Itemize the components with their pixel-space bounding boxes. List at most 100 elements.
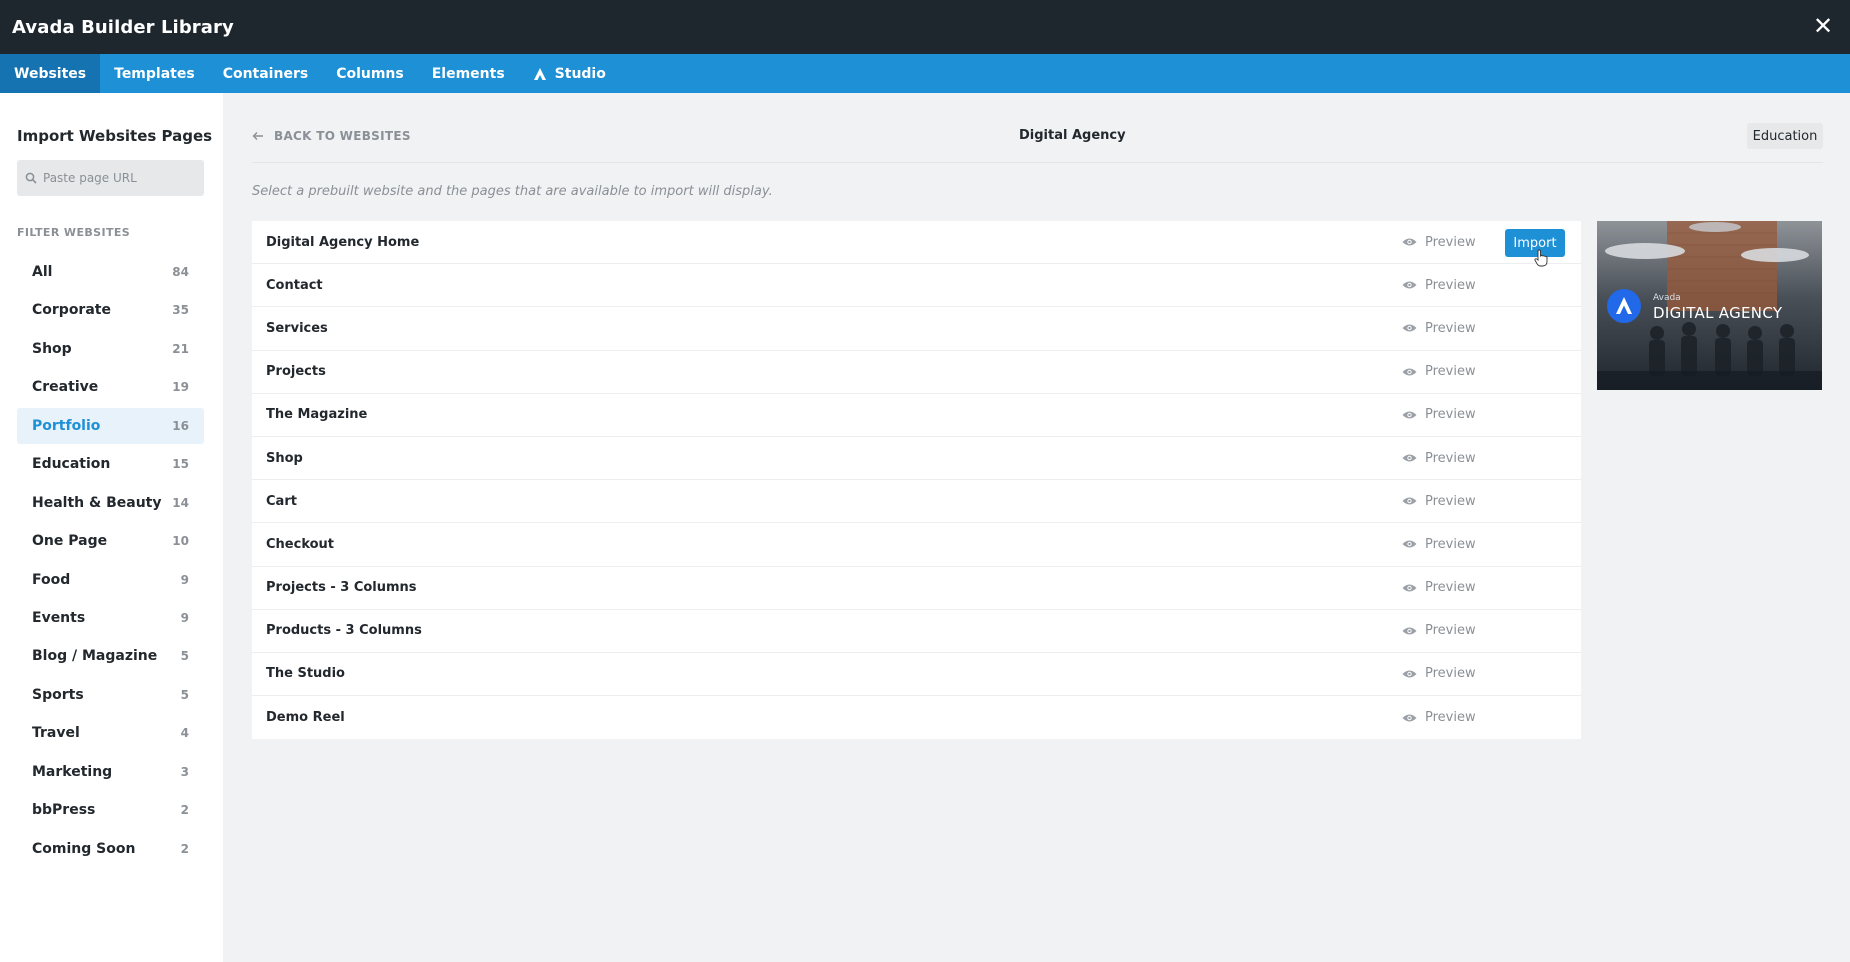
preview-link[interactable]: Preview [1402, 696, 1476, 739]
page-name: Cart [266, 493, 297, 509]
eye-icon [1402, 411, 1417, 419]
page-name: Services [266, 320, 328, 336]
preview-link[interactable]: Preview [1402, 523, 1476, 565]
filter-label: bbPress [32, 802, 96, 819]
eye-icon [1402, 540, 1417, 548]
filter-label: Events [32, 609, 86, 626]
arrow-left-icon [252, 132, 263, 140]
preview-link[interactable]: Preview [1402, 264, 1476, 306]
filter-item-one-page[interactable]: One Page 10 [17, 523, 204, 559]
preview-label: Preview [1425, 623, 1476, 639]
page-row[interactable]: Services Preview [252, 307, 1581, 351]
tab-websites[interactable]: Websites [0, 54, 101, 93]
preview-label: Preview [1425, 277, 1476, 293]
filter-item-sports[interactable]: Sports 5 [17, 677, 204, 713]
filter-label: Portfolio [32, 417, 101, 434]
filter-item-creative[interactable]: Creative 19 [17, 369, 204, 405]
filter-item-food[interactable]: Food 9 [17, 562, 204, 598]
filter-item-health-beauty[interactable]: Health & Beauty 14 [17, 485, 204, 521]
filter-count: 10 [172, 534, 189, 549]
tab-elements[interactable]: Elements [418, 54, 519, 93]
preview-label: Preview [1425, 536, 1476, 552]
tab-containers[interactable]: Containers [209, 54, 323, 93]
tab-label: Containers [222, 65, 309, 82]
tab-templates[interactable]: Templates [100, 54, 209, 93]
category-badge[interactable]: Education [1747, 123, 1823, 149]
tab-label: Studio [554, 65, 606, 82]
website-thumbnail[interactable]: Avada DIGITAL AGENCY [1597, 221, 1822, 390]
filter-item-marketing[interactable]: Marketing 3 [17, 754, 204, 790]
eye-icon [1402, 281, 1417, 289]
filter-item-portfolio[interactable]: Portfolio 16 [17, 407, 204, 444]
search-icon [25, 172, 37, 184]
tab-label: Elements [431, 65, 505, 82]
filter-item-education[interactable]: Education 15 [17, 446, 204, 482]
page-name: Checkout [266, 536, 335, 552]
page-row[interactable]: Products - 3 Columns Preview [252, 610, 1581, 653]
filter-list: All 84 Corporate 35 Shop 21 Creative 19 Port… [17, 254, 204, 869]
filter-label: Shop [32, 340, 72, 357]
page-row[interactable]: Checkout Preview [252, 523, 1581, 567]
page-row[interactable]: Cart Preview [252, 480, 1581, 524]
page-name: The Magazine [266, 407, 368, 423]
preview-link[interactable]: Preview [1402, 653, 1476, 695]
eye-icon [1402, 584, 1417, 592]
preview-link[interactable]: Preview [1402, 480, 1476, 522]
filter-label: Blog / Magazine [32, 648, 158, 665]
divider [252, 162, 1823, 163]
filter-count: 9 [180, 572, 189, 587]
preview-link[interactable]: Preview [1402, 221, 1476, 263]
preview-label: Preview [1425, 666, 1476, 682]
filter-item-shop[interactable]: Shop 21 [17, 331, 204, 367]
filter-count: 14 [172, 495, 189, 510]
preview-label: Preview [1425, 450, 1476, 466]
back-to-websites-link[interactable]: BACK TO WEBSITES [252, 129, 411, 143]
filter-label: Education [32, 456, 111, 473]
filter-item-travel[interactable]: Travel 4 [17, 715, 204, 751]
tab-label: Templates [114, 65, 195, 82]
filter-item-blog-magazine[interactable]: Blog / Magazine 5 [17, 638, 204, 674]
filter-item-all[interactable]: All 84 [17, 254, 204, 290]
page-row[interactable]: Demo Reel Preview [252, 696, 1581, 739]
preview-link[interactable]: Preview [1402, 437, 1476, 479]
tab-columns[interactable]: Columns [322, 54, 418, 93]
page-name: Shop [266, 450, 303, 466]
filter-count: 4 [180, 726, 189, 741]
preview-link[interactable]: Preview [1402, 351, 1476, 393]
filter-item-coming-soon[interactable]: Coming Soon 2 [17, 831, 204, 867]
filter-count: 35 [172, 303, 189, 318]
preview-link[interactable]: Preview [1402, 567, 1476, 609]
page-row[interactable]: The Studio Preview [252, 653, 1581, 697]
page-url-search [17, 160, 204, 196]
site-title: Digital Agency [1019, 128, 1126, 143]
page-row[interactable]: Digital Agency Home Preview Import [252, 221, 1581, 267]
preview-label: Preview [1425, 710, 1476, 726]
title-bar: Avada Builder Library ✕ [0, 0, 1850, 54]
filter-count: 5 [180, 687, 189, 702]
preview-link[interactable]: Preview [1402, 610, 1476, 652]
preview-link[interactable]: Preview [1402, 307, 1476, 349]
filter-label: Corporate [32, 302, 111, 319]
page-row[interactable]: The Magazine Preview [252, 394, 1581, 437]
page-name: Demo Reel [266, 710, 345, 726]
preview-label: Preview [1425, 580, 1476, 596]
filter-item-events[interactable]: Events 9 [17, 600, 204, 636]
page-row[interactable]: Shop Preview [252, 437, 1581, 481]
tab-studio[interactable]: Studio [519, 54, 620, 93]
preview-label: Preview [1425, 234, 1476, 250]
window-title: Avada Builder Library [12, 16, 234, 38]
page-row[interactable]: Contact Preview [252, 264, 1581, 308]
search-input[interactable] [43, 171, 193, 185]
eye-icon [1402, 238, 1417, 246]
eye-icon [1402, 368, 1417, 376]
page-row[interactable]: Projects Preview [252, 351, 1581, 394]
filter-item-bbpress[interactable]: bbPress 2 [17, 792, 204, 828]
close-icon[interactable]: ✕ [1810, 13, 1836, 39]
tab-label: Columns [336, 65, 404, 82]
filter-count: 5 [180, 649, 189, 664]
filter-item-corporate[interactable]: Corporate 35 [17, 292, 204, 328]
preview-link[interactable]: Preview [1402, 394, 1476, 436]
filter-heading: FILTER WEBSITES [17, 226, 131, 239]
filter-count: 2 [180, 841, 189, 856]
page-row[interactable]: Projects - 3 Columns Preview [252, 567, 1581, 610]
